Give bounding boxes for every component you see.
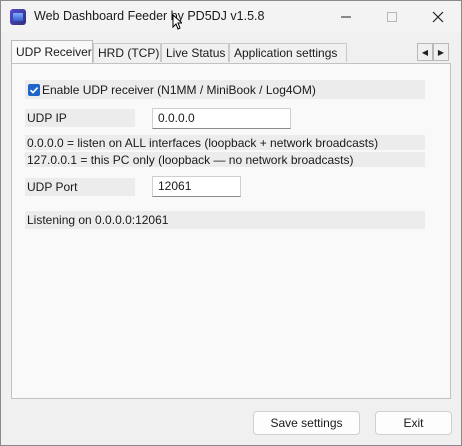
mouse-cursor-icon bbox=[172, 14, 182, 30]
tab-live-status[interactable]: Live Status bbox=[161, 43, 229, 62]
minimize-button[interactable] bbox=[323, 1, 369, 32]
title-bar[interactable]: Web Dashboard Feeder by PD5DJ v1.5.8 bbox=[1, 1, 461, 32]
exit-button[interactable]: Exit bbox=[375, 411, 452, 435]
udp-ip-input[interactable]: 0.0.0.0 bbox=[152, 108, 291, 129]
udp-port-input[interactable]: 12061 bbox=[152, 176, 241, 197]
enable-udp-label[interactable]: Enable UDP receiver (N1MM / MiniBook / L… bbox=[42, 83, 316, 97]
chevron-left-icon: ◀ bbox=[421, 47, 429, 57]
info-line-loopback: 127.0.0.1 = this PC only (loopback — no … bbox=[27, 153, 354, 167]
tab-scroll-right-button[interactable]: ▶ bbox=[433, 43, 449, 61]
close-button[interactable] bbox=[415, 1, 461, 32]
save-settings-button[interactable]: Save settings bbox=[253, 411, 360, 435]
listening-status: Listening on 0.0.0.0:12061 bbox=[27, 213, 169, 227]
info-line-all-interfaces: 0.0.0.0 = listen on ALL interfaces (loop… bbox=[27, 136, 379, 150]
app-window: Web Dashboard Feeder by PD5DJ v1.5.8 UDP… bbox=[0, 0, 462, 446]
tab-udp-receiver[interactable]: UDP Receiver bbox=[11, 40, 93, 63]
maximize-button[interactable] bbox=[369, 1, 415, 32]
tab-strip: UDP Receiver HRD (TCP) Live Status Appli… bbox=[11, 40, 451, 63]
udp-ip-label: UDP IP bbox=[27, 111, 67, 125]
tab-scroll-left-button[interactable]: ◀ bbox=[417, 43, 433, 61]
maximize-icon bbox=[387, 11, 397, 22]
udp-port-label: UDP Port bbox=[27, 180, 78, 194]
minimize-icon bbox=[341, 16, 351, 17]
app-icon bbox=[10, 9, 26, 25]
tab-application-settings[interactable]: Application settings bbox=[229, 43, 347, 62]
chevron-right-icon: ▶ bbox=[437, 47, 445, 57]
enable-udp-checkbox[interactable] bbox=[28, 84, 40, 96]
checkmark-icon bbox=[29, 87, 39, 94]
close-icon bbox=[432, 11, 444, 22]
window-title: Web Dashboard Feeder by PD5DJ v1.5.8 bbox=[34, 9, 265, 23]
tab-hrd-tcp[interactable]: HRD (TCP) bbox=[93, 43, 161, 62]
